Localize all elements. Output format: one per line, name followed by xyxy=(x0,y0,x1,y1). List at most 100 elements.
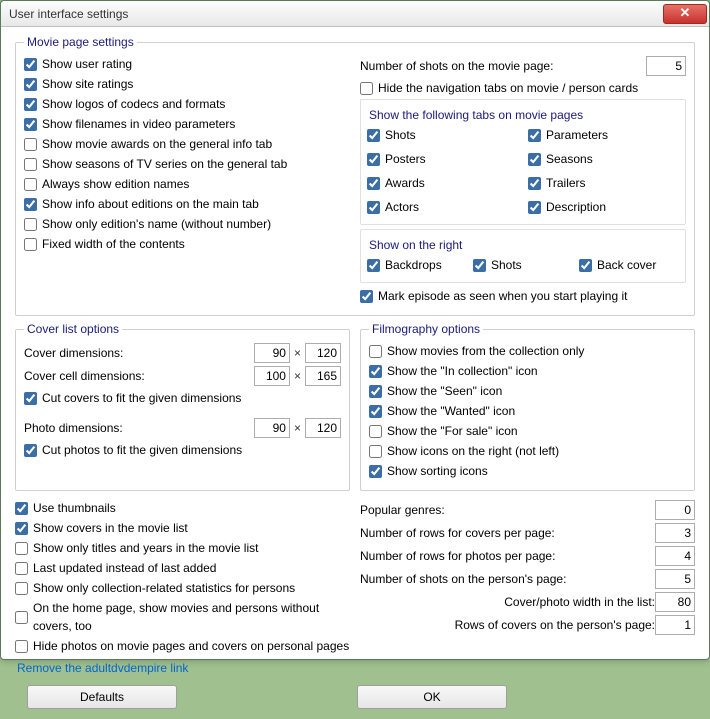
filmography-legend: Filmography options xyxy=(369,322,483,336)
chk-icons-right[interactable]: Show icons on the right (not left) xyxy=(369,442,686,460)
cell-w-input[interactable] xyxy=(254,366,290,386)
chk-use-thumbnails[interactable]: Use thumbnails xyxy=(15,499,350,517)
photo-dims-row: Photo dimensions: × xyxy=(24,418,341,438)
chk-right-backdrops[interactable]: Backdrops xyxy=(367,256,467,274)
chk-logos[interactable]: Show logos of codecs and formats xyxy=(24,95,350,113)
chk-hide-photos[interactable]: Hide photos on movie pages and covers on… xyxy=(15,637,350,655)
chk-always-edition-box[interactable] xyxy=(24,178,37,191)
cover-width-input[interactable] xyxy=(655,592,695,612)
chk-tab-parameters[interactable]: Parameters xyxy=(528,126,679,144)
chk-tab-trailers[interactable]: Trailers xyxy=(528,174,679,192)
chk-cut-photos[interactable]: Cut photos to fit the given dimensions xyxy=(24,441,341,459)
button-row: Defaults OK xyxy=(15,685,695,709)
chk-hide-nav[interactable]: Hide the navigation tabs on movie / pers… xyxy=(360,79,686,97)
chk-collection-only[interactable]: Show movies from the collection only xyxy=(369,342,686,360)
chk-wanted-icon[interactable]: Show the "Wanted" icon xyxy=(369,402,686,420)
chk-right-shots[interactable]: Shots xyxy=(473,256,573,274)
chk-last-updated[interactable]: Last updated instead of last added xyxy=(15,559,350,577)
num-shots-row: Number of shots on the movie page: xyxy=(360,56,686,76)
content: Movie page settings Show user rating Sho… xyxy=(1,27,709,719)
times-icon: × xyxy=(294,346,301,360)
times-icon: × xyxy=(294,369,301,383)
chk-movie-awards-box[interactable] xyxy=(24,138,37,151)
show-right-group: Show on the right Backdrops Shots Back c… xyxy=(360,229,686,283)
movie-page-left: Show user rating Show site ratings Show … xyxy=(24,53,350,307)
popular-genres-input[interactable] xyxy=(655,500,695,520)
cover-list-group: Cover list options Cover dimensions: × C… xyxy=(15,322,350,491)
chk-movie-awards[interactable]: Show movie awards on the general info ta… xyxy=(24,135,350,153)
rows-covers-input[interactable] xyxy=(655,523,695,543)
tabs-legend: Show the following tabs on movie pages xyxy=(369,108,679,122)
close-button[interactable]: ✕ xyxy=(663,4,707,24)
num-shots-input[interactable] xyxy=(646,56,686,76)
chk-sorting-icons[interactable]: Show sorting icons xyxy=(369,462,686,480)
filmography-group: Filmography options Show movies from the… xyxy=(360,322,695,491)
shots-person-row: Number of shots on the person's page: xyxy=(360,569,695,589)
window-title: User interface settings xyxy=(9,7,663,21)
chk-user-rating[interactable]: Show user rating xyxy=(24,55,350,73)
chk-editions-main-box[interactable] xyxy=(24,198,37,211)
rows-person-input[interactable] xyxy=(655,615,695,635)
rows-person-row: Rows of covers on the person's page: xyxy=(360,615,695,635)
photo-w-input[interactable] xyxy=(254,418,290,438)
chk-fixed-width-box[interactable] xyxy=(24,238,37,251)
chk-fixed-width[interactable]: Fixed width of the contents xyxy=(24,235,350,253)
chk-site-ratings-box[interactable] xyxy=(24,78,37,91)
remove-link[interactable]: Remove the adultdvdempire link xyxy=(17,661,188,675)
num-shots-label: Number of shots on the movie page: xyxy=(360,59,646,73)
tabs-group: Show the following tabs on movie pages S… xyxy=(360,99,686,225)
defaults-button[interactable]: Defaults xyxy=(27,685,177,709)
chk-right-backcover[interactable]: Back cover xyxy=(579,256,679,274)
photo-h-input[interactable] xyxy=(305,418,341,438)
chk-seasons-general[interactable]: Show seasons of TV series on the general… xyxy=(24,155,350,173)
movie-page-right: Number of shots on the movie page: Hide … xyxy=(360,53,686,307)
chk-homepage-nocovers[interactable]: On the home page, show movies and person… xyxy=(15,599,350,635)
chk-incollection-icon[interactable]: Show the "In collection" icon xyxy=(369,362,686,380)
chk-site-ratings[interactable]: Show site ratings xyxy=(24,75,350,93)
shots-person-input[interactable] xyxy=(655,569,695,589)
chk-seen-icon[interactable]: Show the "Seen" icon xyxy=(369,382,686,400)
chk-tab-actors[interactable]: Actors xyxy=(367,198,518,216)
chk-edition-name-only-box[interactable] xyxy=(24,218,37,231)
chk-tab-shots[interactable]: Shots xyxy=(367,126,518,144)
bottom-right: Popular genres: Number of rows for cover… xyxy=(360,497,695,657)
rows-covers-row: Number of rows for covers per page: xyxy=(360,523,695,543)
cover-w-input[interactable] xyxy=(254,343,290,363)
chk-tab-description[interactable]: Description xyxy=(528,198,679,216)
ok-button[interactable]: OK xyxy=(357,685,507,709)
settings-window: User interface settings ✕ Movie page set… xyxy=(0,0,710,660)
chk-seasons-general-box[interactable] xyxy=(24,158,37,171)
cover-h-input[interactable] xyxy=(305,343,341,363)
popular-genres-row: Popular genres: xyxy=(360,500,695,520)
chk-titles-years[interactable]: Show only titles and years in the movie … xyxy=(15,539,350,557)
cover-list-legend: Cover list options xyxy=(24,322,122,336)
times-icon: × xyxy=(294,421,301,435)
chk-cut-covers[interactable]: Cut covers to fit the given dimensions xyxy=(24,389,341,407)
movie-page-group: Movie page settings Show user rating Sho… xyxy=(15,35,695,316)
rows-photos-row: Number of rows for photos per page: xyxy=(360,546,695,566)
chk-filenames-box[interactable] xyxy=(24,118,37,131)
chk-collection-stats[interactable]: Show only collection-related statistics … xyxy=(15,579,350,597)
chk-user-rating-box[interactable] xyxy=(24,58,37,71)
chk-tab-seasons[interactable]: Seasons xyxy=(528,150,679,168)
chk-always-edition[interactable]: Always show edition names xyxy=(24,175,350,193)
rows-photos-input[interactable] xyxy=(655,546,695,566)
cell-dims-row: Cover cell dimensions: × xyxy=(24,366,341,386)
chk-edition-name-only[interactable]: Show only edition's name (without number… xyxy=(24,215,350,233)
movie-page-legend: Movie page settings xyxy=(24,35,137,49)
chk-tab-posters[interactable]: Posters xyxy=(367,150,518,168)
chk-forsale-icon[interactable]: Show the "For sale" icon xyxy=(369,422,686,440)
bottom-left: Use thumbnails Show covers in the movie … xyxy=(15,497,350,657)
chk-hide-nav-box[interactable] xyxy=(360,82,373,95)
cover-width-row: Cover/photo width in the list: xyxy=(360,592,695,612)
cover-dims-row: Cover dimensions: × xyxy=(24,343,341,363)
titlebar: User interface settings ✕ xyxy=(1,1,709,27)
chk-show-covers[interactable]: Show covers in the movie list xyxy=(15,519,350,537)
chk-mark-episode[interactable]: Mark episode as seen when you start play… xyxy=(360,287,686,305)
chk-filenames[interactable]: Show filenames in video parameters xyxy=(24,115,350,133)
chk-tab-awards[interactable]: Awards xyxy=(367,174,518,192)
show-right-legend: Show on the right xyxy=(369,238,679,252)
chk-logos-box[interactable] xyxy=(24,98,37,111)
cell-h-input[interactable] xyxy=(305,366,341,386)
chk-editions-main[interactable]: Show info about editions on the main tab xyxy=(24,195,350,213)
